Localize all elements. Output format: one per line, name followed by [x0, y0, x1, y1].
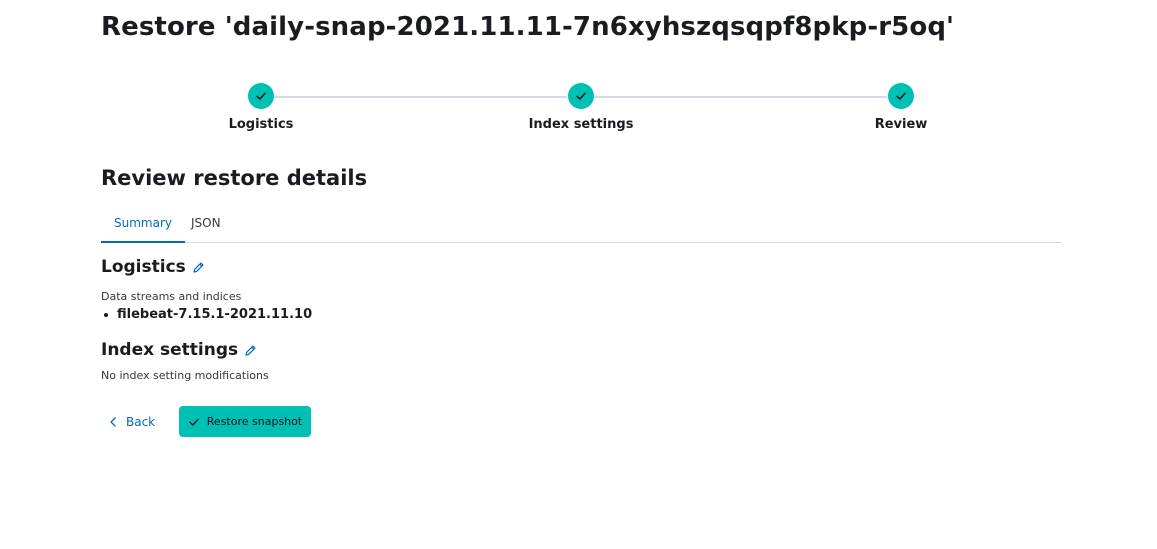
index-settings-section-title: Index settings [101, 340, 257, 360]
index-name: filebeat-7.15.1-2021.11.10 [117, 307, 313, 322]
check-icon [896, 92, 906, 100]
step-review[interactable]: Review [801, 83, 1001, 132]
check-icon [576, 92, 586, 100]
check-icon [189, 418, 199, 426]
index-settings-title-text: Index settings [101, 340, 239, 360]
logistics-section-title: Logistics [101, 257, 205, 277]
bullet [104, 312, 108, 317]
data-streams-label: Data streams and indices [101, 290, 242, 303]
restore-snapshot-button[interactable]: Restore snapshot [179, 406, 311, 437]
step-index-settings[interactable]: Index settings [481, 83, 681, 132]
step-label: Index settings [528, 117, 634, 132]
list-item: filebeat-7.15.1-2021.11.10 [104, 307, 312, 322]
pencil-icon [193, 262, 204, 273]
tab-summary[interactable]: Summary [101, 205, 185, 243]
review-tabs: Summary JSON [101, 205, 1061, 243]
page-title: Restore 'daily-snap-2021.11.11-7n6xyhszq… [101, 12, 955, 42]
step-complete-indicator [568, 83, 594, 109]
indices-list: filebeat-7.15.1-2021.11.10 [104, 307, 312, 322]
stepper: Logistics Index settings Review [0, 83, 1157, 138]
step-logistics[interactable]: Logistics [161, 83, 361, 132]
step-label: Review [874, 117, 928, 132]
tab-json[interactable]: JSON [178, 205, 234, 243]
pencil-icon [245, 345, 256, 356]
review-title: Review restore details [101, 166, 368, 190]
index-settings-description: No index setting modifications [101, 369, 269, 382]
step-complete-indicator [888, 83, 914, 109]
step-complete-indicator [248, 83, 274, 109]
step-label: Logistics [228, 117, 294, 132]
chevron-left-icon [110, 417, 116, 427]
restore-button-label: Restore snapshot [206, 415, 303, 428]
back-button[interactable]: Back [101, 407, 163, 437]
check-icon [256, 92, 266, 100]
logistics-title-text: Logistics [101, 257, 186, 277]
back-button-label: Back [126, 415, 156, 429]
edit-index-settings-button[interactable] [244, 344, 257, 357]
edit-logistics-button[interactable] [192, 261, 205, 274]
